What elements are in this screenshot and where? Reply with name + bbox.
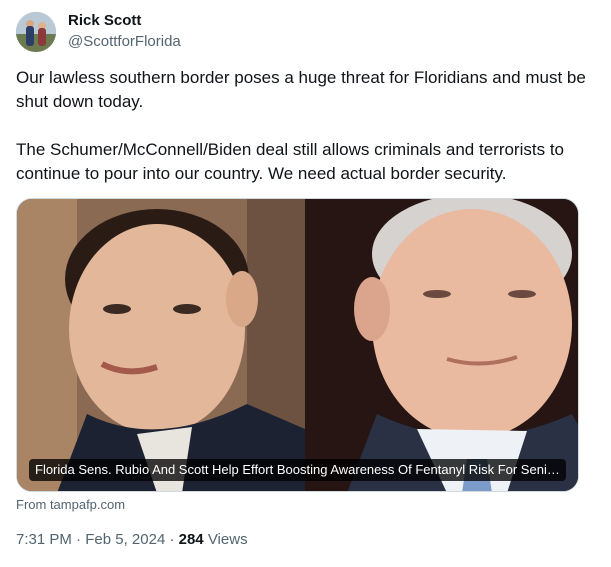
meta-separator: · — [165, 531, 179, 548]
avatar-figure-body — [26, 26, 34, 46]
tweet-paragraph: Our lawless southern border poses a huge… — [16, 68, 586, 111]
author-handle[interactable]: @ScottforFlorida — [68, 33, 181, 51]
author-avatar[interactable] — [16, 12, 56, 52]
tweet: Rick Scott @ScottforFlorida Our lawless … — [0, 0, 611, 567]
link-card-title: Florida Sens. Rubio And Scott Help Effor… — [29, 459, 566, 481]
views-count: 284 — [178, 531, 204, 548]
meta-separator: · — [71, 531, 86, 548]
author-name[interactable]: Rick Scott — [68, 12, 141, 30]
tweet-meta: 7:31 PM · Feb 5, 2024 · 284 Views — [16, 531, 248, 549]
avatar-ground — [16, 34, 56, 52]
tweet-time[interactable]: 7:31 PM — [16, 531, 72, 548]
views-label: Views — [203, 531, 248, 548]
tweet-text: Our lawless southern border poses a huge… — [16, 66, 586, 186]
avatar-figure-body — [38, 28, 46, 46]
avatar-sky — [16, 12, 56, 34]
link-card[interactable]: Florida Sens. Rubio And Scott Help Effor… — [16, 198, 579, 492]
tweet-paragraph: The Schumer/McConnell/Biden deal still a… — [16, 140, 564, 183]
tweet-date[interactable]: Feb 5, 2024 — [85, 531, 165, 548]
link-source[interactable]: From tampafp.com — [16, 497, 125, 513]
link-card-image — [17, 199, 578, 491]
